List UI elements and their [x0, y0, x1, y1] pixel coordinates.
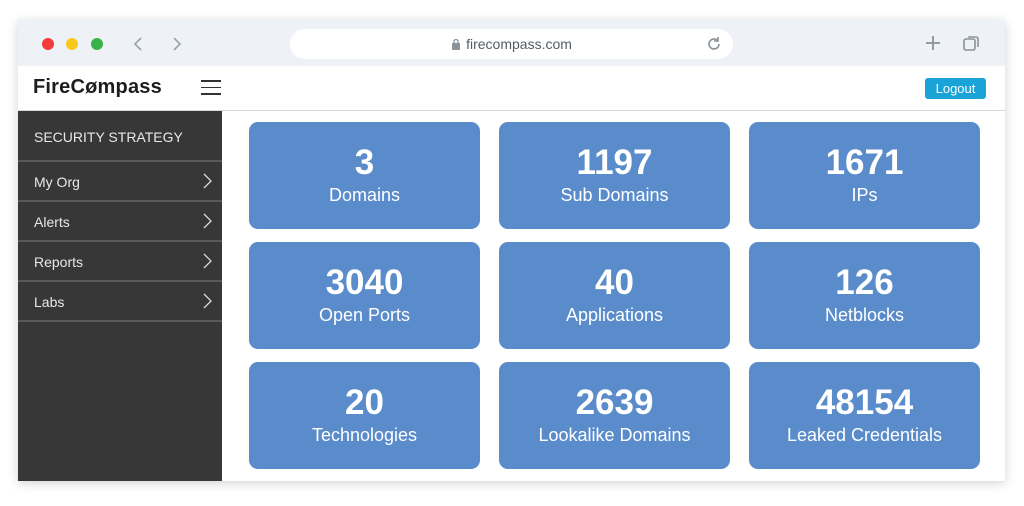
tile-leaked-credentials[interactable]: 48154 Leaked Credentials [749, 362, 980, 469]
tile-value: 40 [595, 263, 634, 302]
close-window-button[interactable] [42, 38, 54, 50]
sidebar-title: SECURITY STRATEGY [18, 111, 222, 162]
logout-button[interactable]: Logout [925, 78, 986, 99]
browser-chrome: firecompass.com [18, 20, 1005, 66]
chevron-right-icon [203, 173, 212, 189]
tile-label: Applications [565, 305, 664, 325]
tile-value: 1671 [825, 143, 904, 182]
tile-value: 48154 [815, 383, 914, 422]
address-bar[interactable]: firecompass.com [290, 29, 733, 59]
tile-label: Lookalike Domains [538, 425, 691, 445]
tile-label: Leaked Credentials [786, 425, 943, 445]
sidebar-item-label: Labs [34, 294, 65, 310]
tile-label: Domains [328, 185, 401, 205]
tabs-icon[interactable] [961, 33, 981, 53]
chevron-right-icon [203, 213, 212, 229]
tile-value: 126 [835, 263, 894, 302]
tile-domains[interactable]: 3 Domains [249, 122, 480, 229]
hamburger-menu-icon[interactable] [201, 80, 221, 96]
chevron-right-icon [203, 253, 212, 269]
tile-netblocks[interactable]: 126 Netblocks [749, 242, 980, 349]
sidebar-item-alerts[interactable]: Alerts [18, 202, 222, 242]
tile-value: 20 [345, 383, 384, 422]
sidebar-item-label: Reports [34, 254, 84, 270]
maximize-window-button[interactable] [91, 38, 103, 50]
tile-label: IPs [851, 185, 878, 205]
lock-icon [452, 38, 461, 50]
sidebar: SECURITY STRATEGY My Org Alerts Reports … [18, 111, 222, 481]
chevron-left-icon[interactable] [128, 34, 148, 54]
tile-lookalike-domains[interactable]: 2639 Lookalike Domains [499, 362, 730, 469]
tile-value: 1197 [576, 143, 653, 182]
app-header: FireCømpass Logout [18, 66, 1005, 111]
plus-icon[interactable] [923, 33, 943, 53]
tile-ips[interactable]: 1671 IPs [749, 122, 980, 229]
tile-technologies[interactable]: 20 Technologies [249, 362, 480, 469]
url-text: firecompass.com [466, 36, 572, 52]
firecompass-logo[interactable]: FireCømpass [33, 76, 162, 99]
sidebar-item-label: Alerts [34, 214, 70, 230]
minimize-window-button[interactable] [66, 38, 78, 50]
reload-icon[interactable] [705, 35, 723, 53]
tile-value: 2639 [575, 383, 654, 422]
tile-label: Sub Domains [560, 185, 669, 205]
tile-label: Open Ports [318, 305, 411, 325]
tile-sub-domains[interactable]: 1197 Sub Domains [499, 122, 730, 229]
tile-label: Netblocks [824, 305, 905, 325]
sidebar-item-my-org[interactable]: My Org [18, 162, 222, 202]
tile-open-ports[interactable]: 3040 Open Ports [249, 242, 480, 349]
sidebar-item-reports[interactable]: Reports [18, 242, 222, 282]
tile-value: 3 [354, 143, 375, 182]
sidebar-item-label: My Org [34, 174, 80, 190]
chevron-right-icon[interactable] [167, 34, 187, 54]
browser-window: firecompass.com FireCømpass Logout SECUR… [18, 20, 1005, 481]
compass-mark: ø [85, 76, 98, 98]
chevron-right-icon [203, 293, 212, 309]
sidebar-item-labs[interactable]: Labs [18, 282, 222, 322]
dashboard-tiles: 3 Domains 1197 Sub Domains 1671 IPs 3040… [222, 111, 1005, 481]
tile-label: Technologies [311, 425, 418, 445]
tile-applications[interactable]: 40 Applications [499, 242, 730, 349]
tile-value: 3040 [325, 263, 404, 302]
